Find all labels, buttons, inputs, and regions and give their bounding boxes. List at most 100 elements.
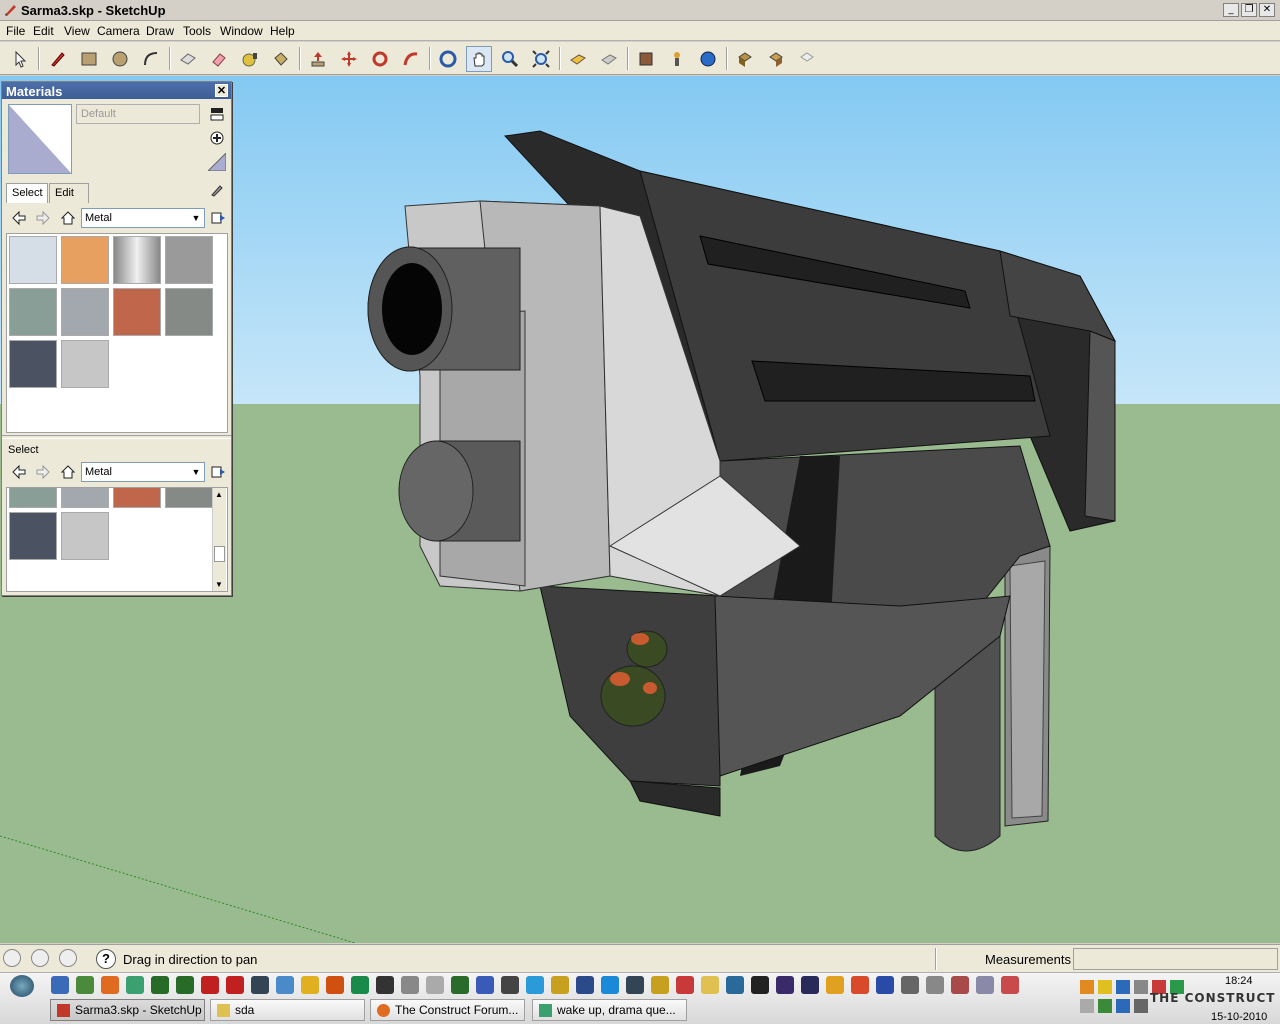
swatch-metal-1[interactable] [9, 236, 57, 284]
quicklaunch-34-icon[interactable] [876, 976, 894, 994]
library-dropdown[interactable]: Metal ▼ [81, 208, 205, 228]
quicklaunch-32-icon[interactable] [826, 976, 844, 994]
swatch-metal-4[interactable] [165, 236, 213, 284]
menu-camera[interactable]: Camera [97, 24, 140, 38]
scroll-up-icon[interactable]: ▲ [215, 490, 223, 499]
menu-edit[interactable]: Edit [33, 24, 54, 38]
swatch-metal-7[interactable] [113, 288, 161, 336]
collapse-panel-icon[interactable] [208, 105, 226, 123]
material-name-field[interactable]: Default [76, 104, 200, 124]
forward-arrow-icon[interactable] [34, 463, 52, 481]
dynamic-component-icon[interactable] [794, 46, 820, 72]
credits-icon[interactable] [31, 949, 49, 967]
rectangle-icon[interactable] [76, 46, 102, 72]
select-icon[interactable] [7, 46, 33, 72]
home-icon[interactable] [59, 209, 77, 227]
menu-help[interactable]: Help [270, 24, 295, 38]
menu-file[interactable]: File [6, 24, 25, 38]
quicklaunch-9-icon[interactable] [251, 976, 269, 994]
follow-me-icon[interactable] [398, 46, 424, 72]
swatch-metal-5[interactable] [9, 288, 57, 336]
sign-in-icon[interactable] [59, 949, 77, 967]
quicklaunch-10-icon[interactable] [276, 976, 294, 994]
rotate-icon[interactable] [367, 46, 393, 72]
swatch-metal-5[interactable] [9, 488, 57, 508]
swatch-metal-10[interactable] [61, 340, 109, 388]
quicklaunch-14-icon[interactable] [376, 976, 394, 994]
quicklaunch-39-icon[interactable] [1001, 976, 1019, 994]
quicklaunch-18-icon[interactable] [476, 976, 494, 994]
swatch-metal-8[interactable] [165, 288, 213, 336]
task-chat[interactable]: wake up, drama que... [532, 999, 687, 1021]
swatch-metal-9[interactable] [9, 512, 57, 560]
premiere-icon[interactable] [776, 976, 794, 994]
paint-bucket-icon[interactable] [268, 46, 294, 72]
google-earth-icon[interactable] [695, 46, 721, 72]
quicklaunch-23-icon[interactable] [601, 976, 619, 994]
eraser-icon[interactable] [206, 46, 232, 72]
swatch-metal-6[interactable] [61, 288, 109, 336]
push-pull-icon[interactable] [305, 46, 331, 72]
quicklaunch-5-icon[interactable] [151, 976, 169, 994]
quicklaunch-35-icon[interactable] [901, 976, 919, 994]
quicklaunch-28-icon[interactable] [726, 976, 744, 994]
quicklaunch-17-icon[interactable] [451, 976, 469, 994]
menu-window[interactable]: Window [220, 24, 263, 38]
tray-2-icon[interactable] [1098, 980, 1112, 994]
quicklaunch-15-icon[interactable] [401, 976, 419, 994]
quicklaunch-26-icon[interactable] [676, 976, 694, 994]
make-component-icon[interactable] [175, 46, 201, 72]
quicklaunch-38-icon[interactable] [976, 976, 994, 994]
tape-measure-icon[interactable] [237, 46, 263, 72]
orbit-icon[interactable] [435, 46, 461, 72]
close-button[interactable]: ✕ [1259, 3, 1275, 17]
circle-icon[interactable] [107, 46, 133, 72]
task-sketchup[interactable]: Sarma3.skp - SketchUp [50, 999, 205, 1021]
swatch-metal-7[interactable] [113, 488, 161, 508]
forward-arrow-icon[interactable] [34, 209, 52, 227]
quicklaunch-11-icon[interactable] [301, 976, 319, 994]
after-effects-icon[interactable] [801, 976, 819, 994]
quicklaunch-2-icon[interactable] [76, 976, 94, 994]
measurements-input[interactable] [1073, 948, 1278, 970]
quicklaunch-36-icon[interactable] [926, 976, 944, 994]
get-components-icon[interactable] [732, 46, 758, 72]
quicklaunch-6-icon[interactable] [176, 976, 194, 994]
get-models-icon[interactable] [633, 46, 659, 72]
task-sda-folder[interactable]: sda [210, 999, 365, 1021]
quicklaunch-25-icon[interactable] [651, 976, 669, 994]
menu-draw[interactable]: Draw [146, 24, 174, 38]
zoom-extents-icon[interactable] [528, 46, 554, 72]
skype-icon[interactable] [526, 976, 544, 994]
home-icon[interactable] [59, 463, 77, 481]
swatch-metal-10[interactable] [61, 512, 109, 560]
quicklaunch-12-icon[interactable] [326, 976, 344, 994]
previous-view-icon[interactable] [565, 46, 591, 72]
sample-paint-icon[interactable] [208, 180, 226, 198]
pan-icon[interactable] [466, 46, 492, 72]
next-view-icon[interactable] [596, 46, 622, 72]
minimize-button[interactable]: _ [1223, 3, 1239, 17]
swatch-scrollbar[interactable]: ▲ ▼ [212, 488, 226, 591]
tray-4-icon[interactable] [1134, 980, 1148, 994]
menu-tools[interactable]: Tools [183, 24, 211, 38]
geo-location-icon[interactable] [3, 949, 21, 967]
back-arrow-icon[interactable] [10, 209, 28, 227]
tray-8-icon[interactable] [1098, 999, 1112, 1013]
quicklaunch-24-icon[interactable] [626, 976, 644, 994]
folder-icon[interactable] [701, 976, 719, 994]
swatch-metal-2[interactable] [61, 236, 109, 284]
swatch-metal-9[interactable] [9, 340, 57, 388]
back-arrow-icon[interactable] [10, 463, 28, 481]
tray-1-icon[interactable] [1080, 980, 1094, 994]
tray-10-icon[interactable] [1134, 999, 1148, 1013]
chevron-down-icon[interactable]: ▼ [189, 210, 203, 226]
task-construct-forum[interactable]: The Construct Forum... [370, 999, 525, 1021]
tray-9-icon[interactable] [1116, 999, 1130, 1013]
chrome-icon[interactable] [851, 976, 869, 994]
default-material-icon[interactable] [208, 153, 226, 171]
share-model-icon[interactable] [664, 46, 690, 72]
restore-button[interactable]: ❐ [1241, 3, 1257, 17]
tray-7-icon[interactable] [1080, 999, 1094, 1013]
steam-icon[interactable] [751, 976, 769, 994]
